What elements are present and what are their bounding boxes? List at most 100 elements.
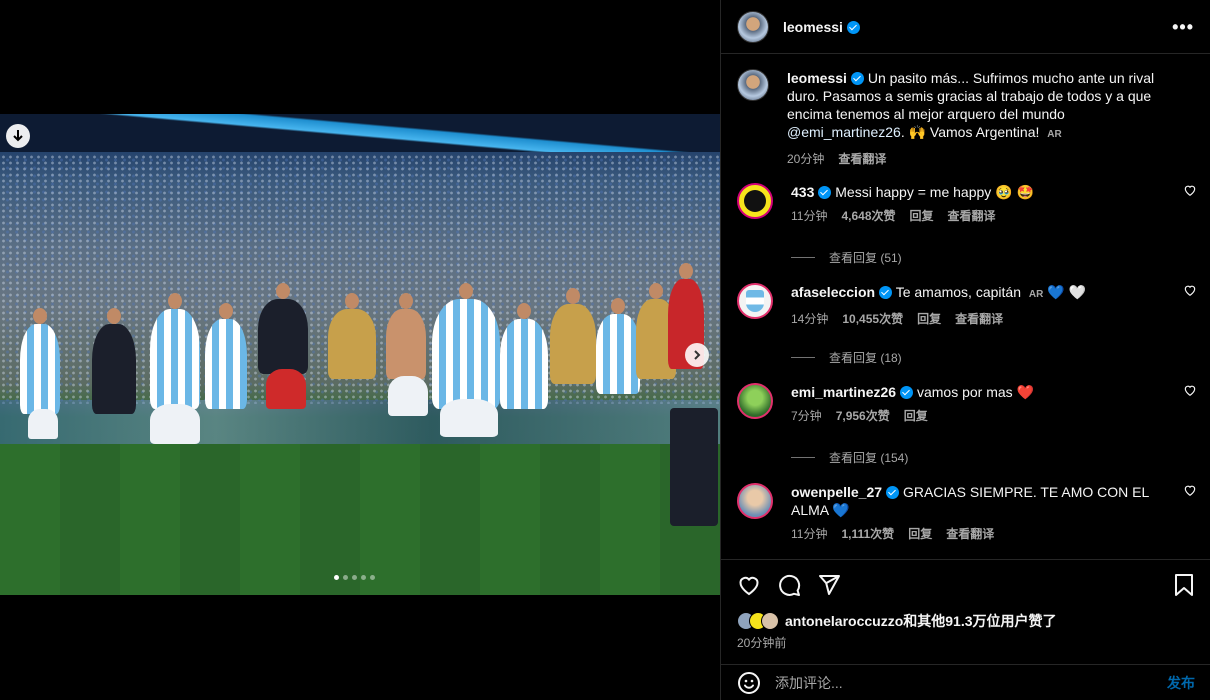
like-heart-icon[interactable]	[737, 573, 761, 597]
caption-mention[interactable]: @emi_martinez26	[787, 124, 901, 140]
comment-meta: 11分钟 4,648次赞 回复 查看翻译	[791, 207, 1186, 225]
reply-button[interactable]: 回复	[917, 310, 941, 328]
verified-badge-icon	[879, 286, 893, 299]
player-figure	[150, 404, 200, 444]
likes-count-text[interactable]: 和其他91.3万位用户赞了	[903, 611, 1056, 631]
comment-likes[interactable]: 1,111次赞	[841, 525, 894, 543]
verified-badge-icon	[886, 486, 900, 499]
comment-meta: 14分钟 10,455次赞 回复 查看翻译	[791, 310, 1186, 328]
see-translation-link[interactable]: 查看翻译	[955, 310, 1003, 328]
stadium-led-banner	[0, 114, 720, 152]
like-heart-icon[interactable]	[1183, 383, 1197, 397]
comment-likes[interactable]: 10,455次赞	[842, 310, 903, 328]
comments-list[interactable]: leomessi Un pasito más... Sufrimos mucho…	[721, 55, 1210, 558]
comment-username[interactable]: 433	[791, 184, 814, 200]
author-name-text: leomessi	[783, 18, 843, 35]
player-figure	[28, 409, 58, 439]
caption-username[interactable]: leomessi	[787, 70, 847, 86]
carousel-dot	[343, 575, 348, 580]
comment-likes[interactable]: 7,956次赞	[836, 407, 890, 425]
comment-username[interactable]: owenpelle_27	[791, 484, 882, 500]
comment-username[interactable]: afaseleccion	[791, 284, 875, 300]
comment-text: vamos por mas ❤️	[916, 384, 1034, 400]
bookmark-icon[interactable]	[1173, 573, 1195, 597]
player-figure	[596, 298, 640, 394]
download-button[interactable]	[6, 124, 30, 148]
chevron-right-icon	[694, 350, 701, 360]
avatar[interactable]	[737, 383, 773, 419]
avatar[interactable]	[737, 10, 769, 43]
caption-text-end: . 🙌 Vamos Argentina!	[900, 124, 1044, 140]
avatar	[761, 612, 779, 630]
caption-meta: 20分钟 查看翻译	[787, 150, 1182, 168]
caption-time: 20分钟	[787, 152, 825, 166]
flag-badge: AR	[1028, 289, 1044, 300]
player-figure	[432, 283, 500, 409]
see-translation-link[interactable]: 查看翻译	[946, 525, 994, 543]
view-replies-button[interactable]: 查看回复 (18)	[791, 349, 902, 366]
like-heart-icon[interactable]	[1183, 183, 1197, 197]
add-comment-bar: 发布	[721, 664, 1210, 700]
carousel-dot	[334, 575, 339, 580]
verified-badge-icon	[900, 386, 914, 399]
comment-time: 14分钟	[791, 312, 829, 326]
emoji-smiley-icon[interactable]	[737, 671, 761, 695]
see-translation-link[interactable]: 查看翻译	[838, 150, 886, 168]
comment-username[interactable]: emi_martinez26	[791, 384, 896, 400]
action-icons-row	[737, 560, 1195, 610]
post-side-panel: leomessi ••• leomessi Un pasito más... S…	[720, 0, 1210, 700]
more-options-icon[interactable]: •••	[1172, 18, 1194, 36]
see-translation-link[interactable]: 查看翻译	[948, 207, 996, 225]
verified-badge-icon	[818, 186, 832, 199]
reply-button[interactable]: 回复	[910, 207, 934, 225]
post-actions: antonelaroccuzzo 和其他91.3万位用户赞了 20分钟前	[721, 559, 1210, 651]
avatar[interactable]	[737, 69, 769, 101]
carousel-next-button[interactable]	[685, 343, 709, 367]
player-figure	[258, 283, 308, 374]
carousel-dot	[361, 575, 366, 580]
player-figure	[266, 369, 306, 409]
player-figure	[386, 293, 426, 379]
verified-badge-icon	[850, 72, 864, 85]
avatar[interactable]	[737, 483, 773, 519]
author-username[interactable]: leomessi	[783, 19, 860, 35]
player-figure	[500, 303, 548, 409]
player-figure	[440, 399, 498, 437]
view-replies-label: 查看回复 (154)	[829, 451, 909, 465]
like-heart-icon[interactable]	[1183, 483, 1197, 497]
equipment-case	[670, 408, 718, 526]
comment-time: 11分钟	[791, 527, 828, 541]
player-figure	[388, 376, 428, 416]
arrow-down-icon	[13, 130, 23, 142]
avatar[interactable]	[737, 283, 773, 319]
reply-button[interactable]: 回复	[904, 407, 928, 425]
liker-avatars	[737, 612, 779, 630]
comment-text: Messi happy = me happy 🥹 🤩	[835, 184, 1034, 200]
comment-likes[interactable]: 4,648次赞	[841, 207, 895, 225]
view-replies-label: 查看回复 (18)	[829, 351, 902, 365]
comment-item: owenpelle_27 GRACIAS SIEMPRE. TE AMO CON…	[737, 483, 1197, 543]
post-header: leomessi •••	[721, 0, 1210, 54]
carousel-indicator	[334, 575, 375, 580]
comment-item: afaseleccion Te amamos, capitán AR 💙 🤍 1…	[737, 283, 1197, 328]
player-figure	[205, 303, 247, 409]
avatar[interactable]	[737, 183, 773, 219]
post-comment-button[interactable]: 发布	[1167, 673, 1195, 693]
likes-summary[interactable]: antonelaroccuzzo 和其他91.3万位用户赞了	[737, 610, 1195, 632]
liker-username[interactable]: antonelaroccuzzo	[785, 613, 903, 629]
comment-text-end: 💙 🤍	[1043, 284, 1086, 300]
reply-button[interactable]: 回复	[908, 525, 932, 543]
flag-badge: AR	[1047, 129, 1062, 140]
comment-input[interactable]	[775, 674, 1155, 691]
comment-bubble-icon[interactable]	[777, 573, 801, 597]
player-figure	[328, 293, 376, 379]
post-photo[interactable]	[0, 114, 720, 595]
football-pitch	[0, 444, 720, 595]
share-paper-plane-icon[interactable]	[817, 573, 841, 597]
post-time: 20分钟前	[737, 636, 787, 650]
view-replies-button[interactable]: 查看回复 (154)	[791, 449, 908, 466]
view-replies-button[interactable]: 查看回复 (51)	[791, 249, 902, 266]
post-caption: leomessi Un pasito más... Sufrimos mucho…	[737, 69, 1197, 168]
comment-time: 7分钟	[791, 409, 822, 423]
like-heart-icon[interactable]	[1183, 283, 1197, 297]
